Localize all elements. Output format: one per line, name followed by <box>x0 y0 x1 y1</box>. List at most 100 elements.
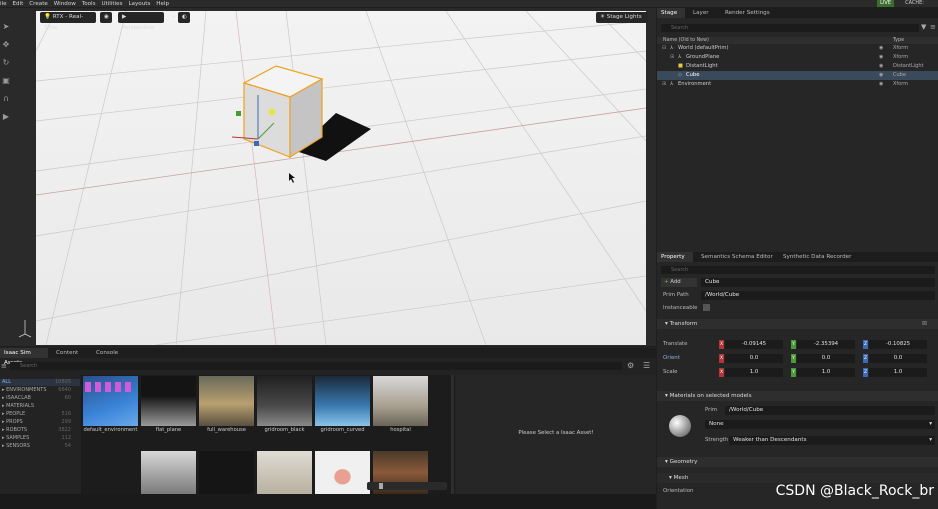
thumbnail-item[interactable] <box>199 451 254 494</box>
x-axis-tag: X <box>719 340 724 349</box>
live-badge[interactable]: LIVE <box>877 0 894 7</box>
menu-layouts[interactable]: Layouts <box>128 1 150 8</box>
menu-tools[interactable]: Tools <box>82 1 96 8</box>
strength-select[interactable]: Weaker than Descendants ▾ <box>729 436 935 445</box>
menu-icon[interactable]: ≡ <box>930 23 936 31</box>
menu-help[interactable]: Help <box>156 1 169 8</box>
stage-row-groundplane[interactable]: ⊞ ⅄ GroundPlane ◉ Xform <box>657 53 938 62</box>
assets-search-input[interactable]: Search <box>10 362 622 370</box>
transform-options-icon[interactable]: ⊠ <box>922 320 927 327</box>
add-button[interactable]: + Add <box>661 278 697 287</box>
tab-isaac-sim-assets[interactable]: Isaac Sim Assets <box>0 348 48 366</box>
thumbnail-flat-plane[interactable]: flat_plane <box>141 376 196 433</box>
category-isaaclab[interactable]: ▸ ISAACLAB 60 <box>0 395 80 402</box>
thumbnail-item[interactable] <box>141 451 196 494</box>
instanceable-checkbox[interactable] <box>703 304 710 311</box>
menu-edit[interactable]: Edit <box>12 1 23 8</box>
list-view-icon[interactable]: ≡ <box>1 362 7 370</box>
material-prim-field[interactable]: /World/Cube <box>725 406 935 415</box>
menu-file[interactable]: ile <box>0 1 7 8</box>
stage-search-input[interactable]: Search <box>661 24 919 32</box>
tab-content[interactable]: Content <box>52 348 82 358</box>
scale-y-input[interactable]: 1.0 <box>797 368 855 377</box>
material-select[interactable]: None ▾ <box>705 420 935 429</box>
thumbnail-full-warehouse[interactable]: full_warehouse <box>199 376 254 433</box>
eye-icon[interactable]: ◉ <box>100 12 112 23</box>
thumbnail-hospital[interactable]: hospital <box>373 376 428 433</box>
audio-icon[interactable]: ◐ <box>178 12 190 23</box>
col-type[interactable]: Type <box>893 37 904 44</box>
name-field[interactable]: Cube <box>701 278 935 287</box>
renderer-button[interactable]: 💡 RTX - Real-Time <box>40 12 96 31</box>
chevron-right-icon[interactable]: » <box>168 12 176 23</box>
property-search-input[interactable]: Search <box>661 266 935 274</box>
visibility-icon[interactable]: ◉ <box>879 80 883 89</box>
scale-z-input[interactable]: 1.0 <box>869 368 927 377</box>
visibility-icon[interactable]: ◉ <box>879 62 883 71</box>
menu-window[interactable]: Window <box>54 1 76 8</box>
category-props[interactable]: ▸ PROPS 299 <box>0 419 80 426</box>
thumbnail-item[interactable] <box>257 451 312 494</box>
tab-semantics[interactable]: Semantics Schema Editor <box>697 252 777 262</box>
tab-property[interactable]: Property <box>657 252 693 262</box>
visibility-icon[interactable]: ◉ <box>879 71 883 80</box>
stage-row-environment[interactable]: ⊞ ⅄ Environment ◉ Xform <box>657 80 938 89</box>
tab-console[interactable]: Console <box>92 348 122 358</box>
thumbnail-item[interactable] <box>315 451 370 494</box>
thumbnail-default-environment[interactable]: default_environment <box>83 376 138 433</box>
geometry-section[interactable]: ▾ Geometry <box>657 457 938 467</box>
stage-row-world[interactable]: ⊟ ⅄ World (defaultPrim) ◉ Xform <box>657 44 938 53</box>
category-robots[interactable]: ▸ ROBOTS 3822 <box>0 427 80 434</box>
instanceable-label: Instanceable <box>663 305 698 311</box>
materials-section[interactable]: ▾ Materials on selected models <box>657 391 938 401</box>
translate-x-input[interactable]: -0.09145 <box>725 340 783 349</box>
visibility-icon[interactable]: ◉ <box>879 44 883 53</box>
thumbnail-gridroom-black[interactable]: gridroom_black <box>257 376 312 433</box>
mesh-section[interactable]: ▾ Mesh <box>657 473 938 483</box>
stage-row-cube[interactable]: ◇ Cube ◉ Cube <box>657 71 938 80</box>
viewport[interactable]: 💡 RTX - Real-Time ◉ ▶ Perspective » ◐ ☀ … <box>12 8 656 346</box>
thumbnail-gridroom-curved[interactable]: gridroom_curved <box>315 376 370 433</box>
menu-utilities[interactable]: Utilities <box>101 1 122 8</box>
orient-x-input[interactable]: 0.0 <box>725 354 783 363</box>
stage-row-distantlight[interactable]: ■ DistantLight ◉ DistantLight <box>657 62 938 71</box>
orient-y-input[interactable]: 0.0 <box>797 354 855 363</box>
stage-lights-button[interactable]: ☀ Stage Lights <box>596 12 648 23</box>
panel-menu-icon[interactable]: ☰ <box>643 361 650 370</box>
select-tool-icon[interactable]: ➤ <box>1 22 11 32</box>
translate-y-input[interactable]: -2.35394 <box>797 340 855 349</box>
category-materials[interactable]: ▸ MATERIALS <box>0 403 80 410</box>
orient-z-input[interactable]: 0.0 <box>869 354 927 363</box>
camera-button[interactable]: ▶ Perspective <box>118 12 164 31</box>
viewport-scene[interactable] <box>36 11 646 345</box>
play-tool-icon[interactable]: ▶ <box>1 112 11 122</box>
settings-gear-icon[interactable]: ⚙ <box>627 361 634 370</box>
tab-synthetic-data[interactable]: Synthetic Data Recorder <box>779 252 855 262</box>
sun-icon: ☀ <box>600 14 607 20</box>
rotate-tool-icon[interactable]: ↻ <box>1 58 11 68</box>
tab-stage[interactable]: Stage <box>657 8 685 18</box>
thumbnail-size-slider[interactable] <box>367 482 447 490</box>
move-tool-icon[interactable]: ✥ <box>1 40 11 50</box>
snap-tool-icon[interactable]: ∩ <box>1 94 11 104</box>
menu-create[interactable]: Create <box>29 1 48 8</box>
visibility-icon[interactable]: ◉ <box>879 53 883 62</box>
prim-path-field[interactable]: /World/Cube <box>701 291 935 300</box>
scale-x-input[interactable]: 1.0 <box>725 368 783 377</box>
orient-label[interactable]: Orient <box>663 355 680 361</box>
filter-icon[interactable]: ▼ <box>921 23 926 31</box>
thumbnail-scrollbar[interactable] <box>451 375 454 494</box>
category-samples[interactable]: ▸ SAMPLES 112 <box>0 435 80 442</box>
scale-tool-icon[interactable]: ▣ <box>1 76 11 86</box>
category-environments[interactable]: ▸ ENVIRONMENTS 6640 <box>0 387 80 394</box>
category-all[interactable]: ALL 10805 <box>0 379 80 386</box>
transform-section[interactable]: ▾ Transform <box>657 319 938 329</box>
category-sensors[interactable]: ▸ SENSORS 54 <box>0 443 80 450</box>
thumbnail-image <box>257 376 312 426</box>
tab-layer[interactable]: Layer <box>689 8 713 18</box>
translate-z-input[interactable]: -0.10825 <box>869 340 927 349</box>
material-preview <box>669 415 691 437</box>
col-name[interactable]: Name (Old to New) <box>663 37 709 44</box>
tab-render-settings[interactable]: Render Settings <box>721 8 774 18</box>
category-people[interactable]: ▸ PEOPLE 516 <box>0 411 80 418</box>
